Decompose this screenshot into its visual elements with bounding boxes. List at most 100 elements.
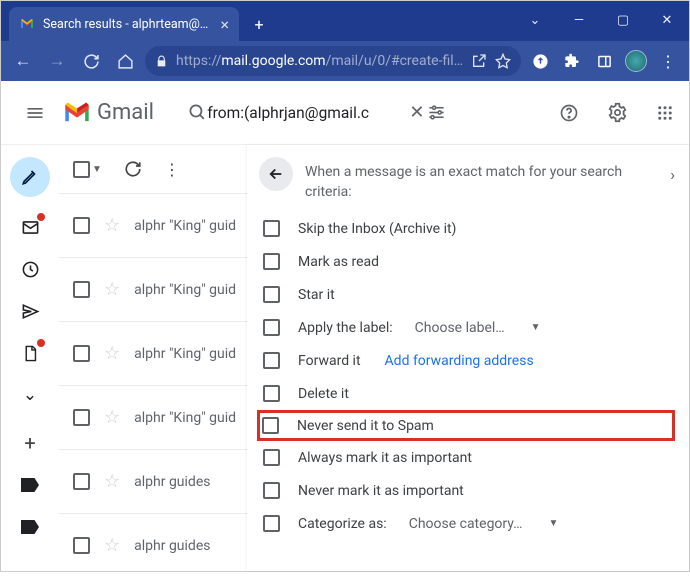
search-input[interactable] — [207, 104, 407, 122]
main-menu-button[interactable] — [15, 93, 55, 133]
back-button[interactable]: ← — [9, 47, 37, 75]
star-icon[interactable]: ☆ — [104, 407, 120, 428]
star-icon[interactable]: ☆ — [104, 471, 120, 492]
chevron-down-icon[interactable]: ⌄ — [513, 5, 557, 35]
option-forward[interactable]: Forward itAdd forwarding address — [259, 344, 675, 377]
option-delete[interactable]: Delete it — [259, 377, 675, 410]
option-categorize[interactable]: Categorize as:Choose category…▼ — [259, 507, 675, 540]
snoozed-icon[interactable] — [18, 257, 42, 281]
forward-button: → — [43, 47, 71, 75]
checkbox[interactable] — [263, 449, 280, 466]
chevron-right-icon[interactable]: › — [670, 165, 675, 184]
settings-button[interactable] — [597, 93, 637, 133]
new-tab-button[interactable]: + — [245, 10, 273, 38]
add-forwarding-link[interactable]: Add forwarding address — [385, 353, 534, 369]
label-icon[interactable] — [18, 473, 42, 497]
row-checkbox[interactable] — [73, 537, 90, 554]
unread-badge — [37, 213, 45, 221]
reload-button[interactable] — [77, 47, 105, 75]
checkbox[interactable] — [263, 352, 280, 369]
row-checkbox[interactable] — [73, 217, 90, 234]
left-nav-rail: ⌄ + — [1, 145, 59, 571]
compose-button[interactable] — [10, 157, 50, 197]
row-checkbox[interactable] — [73, 409, 90, 426]
url-text: https://mail.google.com/mail/u/0/#create… — [176, 53, 463, 69]
profile-avatar[interactable] — [623, 48, 649, 74]
expand-icon[interactable]: ⌄ — [18, 383, 42, 407]
search-icon[interactable] — [188, 103, 207, 122]
clear-search-icon[interactable]: ✕ — [407, 102, 426, 123]
star-icon[interactable]: ☆ — [104, 215, 120, 236]
option-always-important[interactable]: Always mark it as important — [259, 441, 675, 474]
browser-toolbar: ← → https://mail.google.com/mail/u/0/#cr… — [1, 41, 689, 81]
row-checkbox[interactable] — [73, 281, 90, 298]
sender-name: alphr "King" guid — [134, 346, 236, 362]
close-window-button[interactable]: ✕ — [645, 5, 689, 35]
share-icon[interactable] — [471, 53, 487, 69]
browser-titlebar: Search results - alphrteam@gma… × + ⌄ — … — [1, 1, 689, 41]
star-icon[interactable]: ☆ — [104, 343, 120, 364]
label-icon[interactable] — [18, 515, 42, 539]
drafts-icon[interactable] — [18, 341, 42, 365]
inbox-icon[interactable] — [18, 215, 42, 239]
option-skip-inbox[interactable]: Skip the Inbox (Archive it) — [259, 212, 675, 245]
checkbox[interactable] — [263, 482, 280, 499]
gmail-favicon — [19, 16, 35, 32]
gmail-icon — [63, 102, 91, 124]
search-bar[interactable]: ✕ — [182, 90, 452, 136]
filter-heading: When a message is an exact match for you… — [305, 157, 658, 202]
sender-name: alphr "King" guid — [134, 282, 236, 298]
maximize-button[interactable]: ▢ — [601, 5, 645, 35]
home-button[interactable] — [111, 47, 139, 75]
update-icon[interactable] — [527, 48, 553, 74]
star-icon[interactable]: ☆ — [104, 535, 120, 556]
option-apply-label[interactable]: Apply the label:Choose label…▼ — [259, 311, 675, 344]
option-never-important[interactable]: Never mark it as important — [259, 474, 675, 507]
extensions-icon[interactable] — [559, 48, 585, 74]
gmail-logo[interactable]: Gmail — [63, 100, 154, 125]
chevron-down-icon[interactable]: ▼ — [549, 518, 559, 529]
gmail-wordmark: Gmail — [97, 100, 154, 125]
checkbox[interactable] — [263, 286, 280, 303]
apps-button[interactable] — [645, 93, 685, 133]
chevron-down-icon[interactable]: ▼ — [531, 322, 541, 333]
lock-icon — [155, 55, 168, 68]
support-button[interactable] — [549, 93, 589, 133]
row-checkbox[interactable] — [73, 345, 90, 362]
address-bar[interactable]: https://mail.google.com/mail/u/0/#create… — [145, 46, 521, 76]
checkbox[interactable] — [263, 319, 280, 336]
refresh-button[interactable] — [124, 160, 142, 178]
sent-icon[interactable] — [18, 299, 42, 323]
checkbox[interactable] — [262, 417, 279, 434]
star-icon[interactable]: ☆ — [104, 279, 120, 300]
label-select[interactable]: Choose label… — [415, 320, 505, 336]
star-icon[interactable] — [495, 53, 511, 69]
window-controls: ⌄ — ▢ ✕ — [513, 5, 689, 35]
select-all-checkbox[interactable]: ▼ — [73, 161, 102, 178]
minimize-button[interactable]: — — [557, 5, 601, 35]
more-button[interactable]: ⋮ — [164, 160, 180, 179]
gmail-header: Gmail ✕ — [1, 81, 689, 145]
drafts-badge — [37, 339, 45, 347]
option-star[interactable]: Star it — [259, 278, 675, 311]
sender-name: alphr guides — [134, 474, 210, 490]
option-never-spam[interactable]: Never send it to Spam — [257, 410, 675, 441]
checkbox[interactable] — [263, 220, 280, 237]
checkbox[interactable] — [263, 515, 280, 532]
close-icon[interactable]: × — [220, 15, 229, 34]
filter-actions-panel: When a message is an exact match for you… — [247, 145, 689, 571]
filter-back-button[interactable] — [259, 157, 293, 191]
checkbox[interactable] — [263, 253, 280, 270]
browser-menu-icon[interactable]: ⋮ — [655, 48, 681, 74]
option-mark-read[interactable]: Mark as read — [259, 245, 675, 278]
tab-title: Search results - alphrteam@gma… — [43, 17, 212, 32]
sidepanel-icon[interactable] — [591, 48, 617, 74]
checkbox[interactable] — [263, 385, 280, 402]
search-options-icon[interactable] — [427, 103, 446, 122]
browser-tab[interactable]: Search results - alphrteam@gma… × — [9, 7, 239, 41]
row-checkbox[interactable] — [73, 473, 90, 490]
sender-name: alphr "King" guid — [134, 410, 236, 426]
new-label-button[interactable]: + — [18, 431, 42, 455]
sender-name: alphr guides — [134, 538, 210, 554]
category-select[interactable]: Choose category… — [409, 516, 523, 532]
